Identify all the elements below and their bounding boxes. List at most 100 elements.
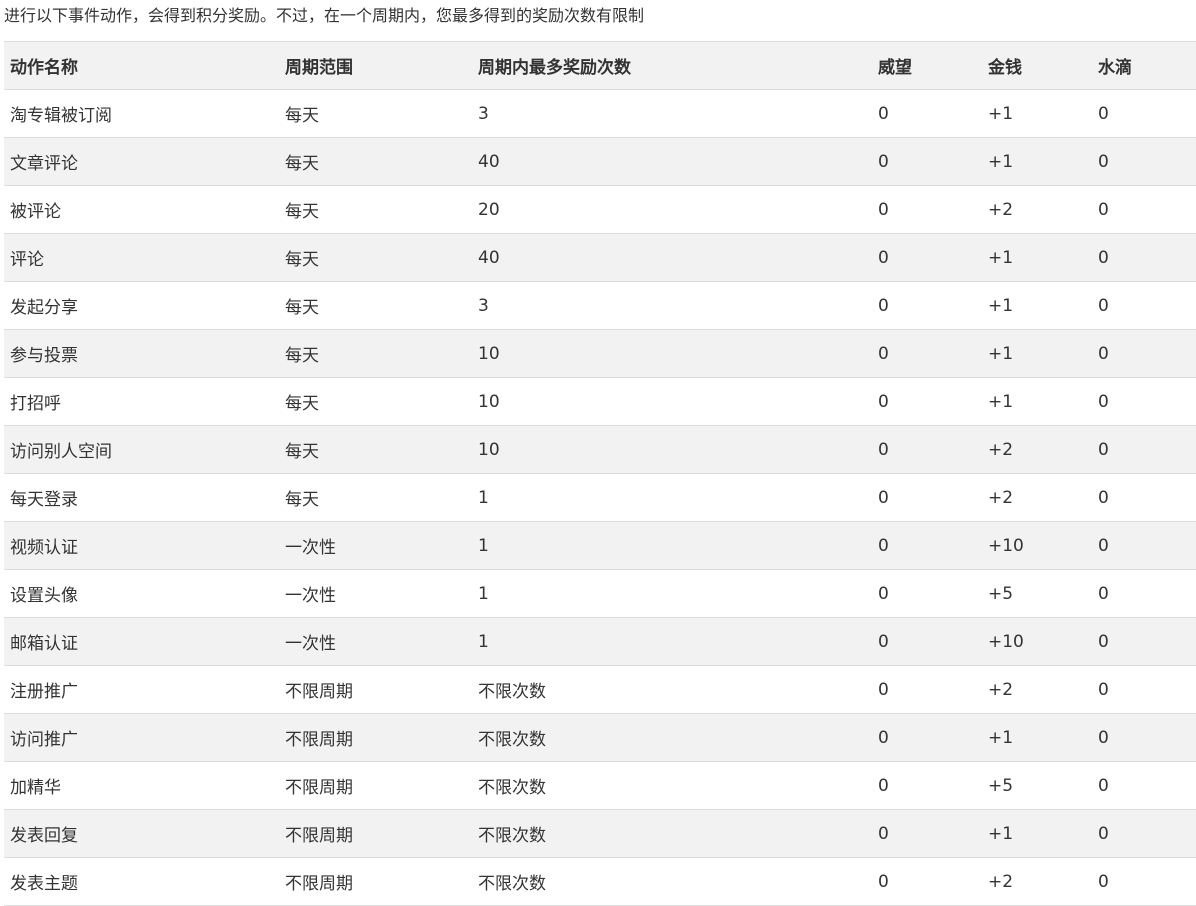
credit-rules-table: 动作名称 周期范围 周期内最多奖励次数 威望 金钱 水滴 淘专辑被订阅 每天 3 0 +…	[4, 41, 1196, 906]
cell-cycle: 一次性	[279, 521, 472, 570]
cell-action-name: 设置头像	[4, 569, 279, 618]
cell-action-name: 文章评论	[4, 137, 279, 186]
table-row: 注册推广 不限周期 不限次数 0 +2 0	[4, 665, 1196, 714]
table-row: 加精华 不限周期 不限次数 0 +5 0	[4, 761, 1196, 810]
cell-drops: 0	[1092, 857, 1196, 906]
cell-drops: 0	[1092, 617, 1196, 666]
cell-drops: 0	[1092, 665, 1196, 714]
table-row: 发起分享 每天 3 0 +1 0	[4, 281, 1196, 330]
cell-money: +10	[982, 521, 1092, 570]
cell-drops: 0	[1092, 569, 1196, 618]
cell-drops: 0	[1092, 761, 1196, 810]
cell-max-rewards: 40	[472, 233, 872, 282]
cell-action-name: 访问别人空间	[4, 425, 279, 474]
cell-action-name: 发表回复	[4, 809, 279, 858]
cell-max-rewards: 不限次数	[472, 713, 872, 762]
cell-cycle: 每天	[279, 281, 472, 330]
cell-prestige: 0	[872, 809, 982, 858]
cell-drops: 0	[1092, 377, 1196, 426]
cell-prestige: 0	[872, 761, 982, 810]
cell-max-rewards: 3	[472, 89, 872, 138]
header-cycle: 周期范围	[279, 41, 472, 90]
table-row: 设置头像 一次性 1 0 +5 0	[4, 569, 1196, 618]
cell-cycle: 不限周期	[279, 809, 472, 858]
cell-cycle: 每天	[279, 185, 472, 234]
cell-money: +2	[982, 185, 1092, 234]
cell-drops: 0	[1092, 713, 1196, 762]
cell-drops: 0	[1092, 473, 1196, 522]
cell-drops: 0	[1092, 425, 1196, 474]
cell-cycle: 不限周期	[279, 713, 472, 762]
table-row: 被评论 每天 20 0 +2 0	[4, 185, 1196, 234]
cell-money: +1	[982, 329, 1092, 378]
cell-max-rewards: 10	[472, 377, 872, 426]
cell-money: +1	[982, 137, 1092, 186]
header-money: 金钱	[982, 41, 1092, 90]
intro-text: 进行以下事件动作，会得到积分奖励。不过，在一个周期内，您最多得到的奖励次数有限制	[4, 6, 645, 25]
cell-drops: 0	[1092, 137, 1196, 186]
cell-money: +2	[982, 473, 1092, 522]
cell-prestige: 0	[872, 473, 982, 522]
cell-money: +2	[982, 857, 1092, 906]
cell-action-name: 视频认证	[4, 521, 279, 570]
cell-max-rewards: 10	[472, 329, 872, 378]
header-max-rewards: 周期内最多奖励次数	[472, 41, 872, 90]
table-row: 打招呼 每天 10 0 +1 0	[4, 377, 1196, 426]
header-action-name: 动作名称	[4, 41, 279, 90]
cell-prestige: 0	[872, 617, 982, 666]
table-header-row: 动作名称 周期范围 周期内最多奖励次数 威望 金钱 水滴	[4, 41, 1196, 90]
cell-money: +1	[982, 281, 1092, 330]
cell-action-name: 注册推广	[4, 665, 279, 714]
cell-prestige: 0	[872, 521, 982, 570]
table-row: 发表主题 不限周期 不限次数 0 +2 0	[4, 857, 1196, 906]
cell-action-name: 被评论	[4, 185, 279, 234]
cell-drops: 0	[1092, 185, 1196, 234]
cell-max-rewards: 20	[472, 185, 872, 234]
cell-max-rewards: 不限次数	[472, 857, 872, 906]
cell-money: +1	[982, 233, 1092, 282]
cell-action-name: 参与投票	[4, 329, 279, 378]
cell-prestige: 0	[872, 425, 982, 474]
cell-max-rewards: 1	[472, 473, 872, 522]
cell-money: +5	[982, 569, 1092, 618]
cell-action-name: 淘专辑被订阅	[4, 89, 279, 138]
header-prestige: 威望	[872, 41, 982, 90]
cell-action-name: 发表主题	[4, 857, 279, 906]
cell-prestige: 0	[872, 89, 982, 138]
table-row: 参与投票 每天 10 0 +1 0	[4, 329, 1196, 378]
cell-action-name: 评论	[4, 233, 279, 282]
cell-money: +2	[982, 665, 1092, 714]
table-row: 访问别人空间 每天 10 0 +2 0	[4, 425, 1196, 474]
cell-action-name: 访问推广	[4, 713, 279, 762]
cell-cycle: 不限周期	[279, 857, 472, 906]
table-row: 淘专辑被订阅 每天 3 0 +1 0	[4, 89, 1196, 138]
cell-cycle: 每天	[279, 329, 472, 378]
cell-cycle: 不限周期	[279, 761, 472, 810]
cell-max-rewards: 不限次数	[472, 809, 872, 858]
cell-max-rewards: 1	[472, 617, 872, 666]
cell-drops: 0	[1092, 89, 1196, 138]
cell-money: +5	[982, 761, 1092, 810]
cell-prestige: 0	[872, 713, 982, 762]
table-row: 发表回复 不限周期 不限次数 0 +1 0	[4, 809, 1196, 858]
cell-prestige: 0	[872, 137, 982, 186]
cell-drops: 0	[1092, 521, 1196, 570]
cell-money: +1	[982, 377, 1092, 426]
cell-cycle: 一次性	[279, 569, 472, 618]
cell-max-rewards: 不限次数	[472, 665, 872, 714]
cell-prestige: 0	[872, 569, 982, 618]
cell-max-rewards: 40	[472, 137, 872, 186]
cell-cycle: 一次性	[279, 617, 472, 666]
cell-money: +1	[982, 809, 1092, 858]
cell-prestige: 0	[872, 665, 982, 714]
cell-prestige: 0	[872, 377, 982, 426]
cell-action-name: 每天登录	[4, 473, 279, 522]
cell-money: +2	[982, 425, 1092, 474]
table-row: 每天登录 每天 1 0 +2 0	[4, 473, 1196, 522]
cell-action-name: 邮箱认证	[4, 617, 279, 666]
cell-action-name: 发起分享	[4, 281, 279, 330]
cell-cycle: 每天	[279, 377, 472, 426]
cell-money: +1	[982, 89, 1092, 138]
cell-prestige: 0	[872, 857, 982, 906]
cell-drops: 0	[1092, 329, 1196, 378]
